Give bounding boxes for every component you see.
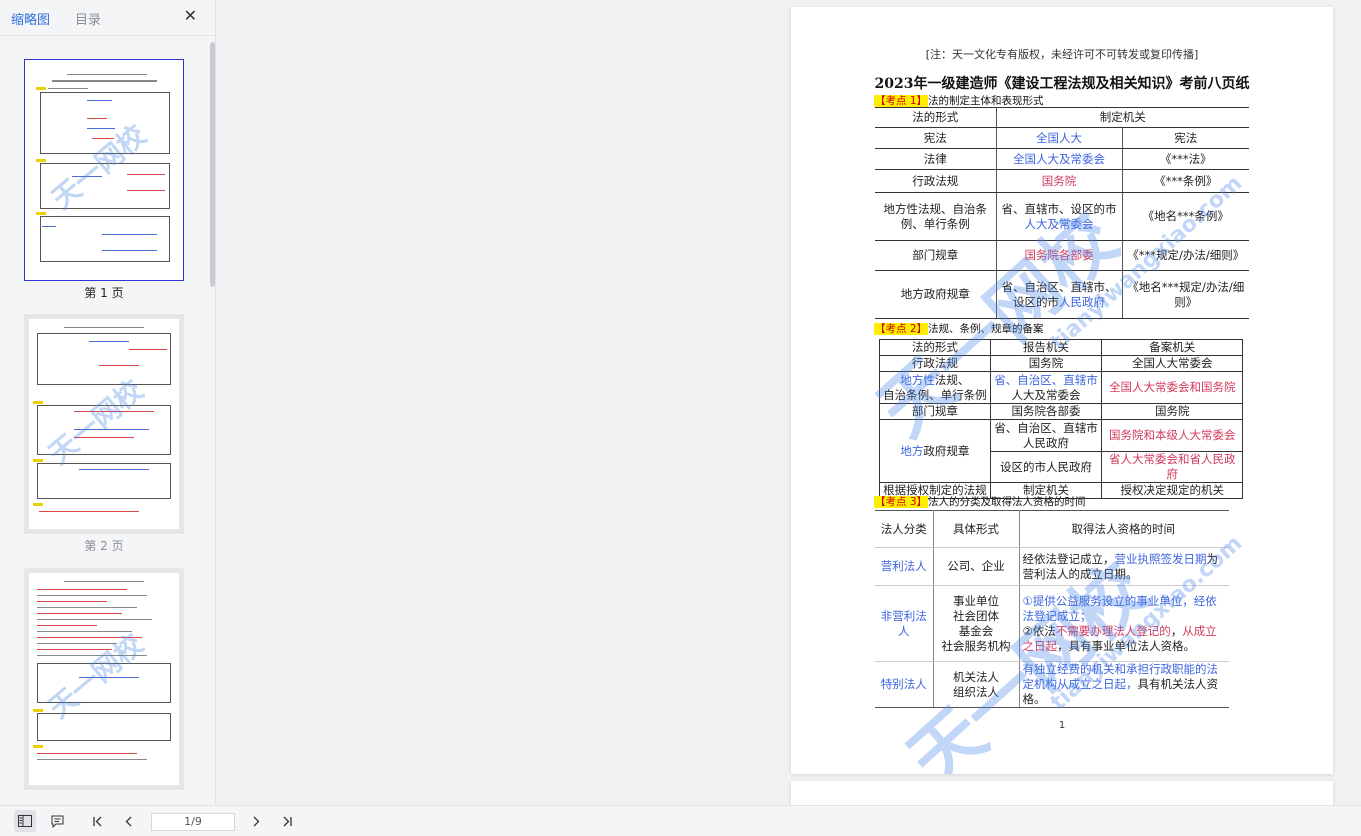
- sidebar-scrollbar[interactable]: [210, 42, 215, 287]
- section-1-tag: 【考点 1】: [874, 95, 929, 107]
- section-3-heading: 【考点 3】法人的分类及取得法人资格的时间: [874, 494, 1086, 509]
- last-page-button[interactable]: [276, 810, 298, 832]
- table-cell: 国务院各部委: [989, 403, 1103, 420]
- table-cell: 省人大常委会和省人民政府: [1101, 451, 1243, 483]
- table-header: 具体形式: [932, 510, 1020, 548]
- table-header: 制定机关: [995, 107, 1249, 128]
- page-number-input[interactable]: 1/9: [151, 813, 235, 831]
- table-cell: 营利法人: [875, 547, 934, 586]
- table-cell: 设区的市人民政府: [989, 451, 1103, 483]
- table-cell: 全国人大常委会和国务院: [1101, 371, 1243, 404]
- copyright-notice: [注：天一文化专有版权，未经许可不可转发或复印传播]: [925, 48, 1199, 61]
- first-page-button[interactable]: [87, 810, 109, 832]
- table-cell: 国务院: [1101, 403, 1243, 420]
- table-cell: 全国人大及常委会: [995, 148, 1123, 170]
- table-cell: 法律: [875, 148, 997, 170]
- cell-text: ，: [1170, 623, 1183, 638]
- table-header: 备案机关: [1101, 339, 1243, 356]
- table-cell: 授权决定规定的机关: [1101, 482, 1243, 499]
- first-page-icon: [93, 816, 102, 826]
- thumbnail-content: 天一网校: [29, 319, 179, 529]
- table-cell: 行政法规: [875, 169, 997, 193]
- table-cell: 宪法: [1121, 127, 1249, 149]
- cell-text: 事业单位: [953, 593, 999, 608]
- thumbnail-page-1[interactable]: 天一网校: [24, 59, 184, 281]
- table-header: 法的形式: [875, 107, 997, 128]
- sidebar-tabs: 缩略图 目录 ✕: [0, 0, 215, 36]
- cell-text: 社会团体: [953, 608, 999, 623]
- last-page-icon: [283, 816, 292, 826]
- chevron-left-icon: [125, 816, 132, 826]
- thumbnail-sidebar: 缩略图 目录 ✕ 天一网校 第 1 页 天一网校 第 2 页 天一网校: [0, 0, 216, 805]
- cell-text: 人大及常委会: [1011, 387, 1081, 402]
- thumbnail-content: 天一网校: [29, 573, 179, 785]
- table-header: 法人分类: [875, 510, 934, 548]
- table-cell: 省、自治区、直辖市人民政府: [989, 419, 1103, 452]
- table-cell: 全国人大常委会: [1101, 355, 1243, 372]
- document-viewer[interactable]: [注：天一文化专有版权，未经许可不可转发或复印传播] 2023年一级建造师《建设…: [217, 0, 1361, 805]
- thumbnail-label-2: 第 2 页: [84, 539, 124, 553]
- table-cell: 非营利法人: [875, 585, 934, 662]
- annotation-button[interactable]: [46, 810, 68, 832]
- table-cell: 全国人大: [995, 127, 1123, 149]
- section-3-title: 法人的分类及取得法人资格的时间: [928, 496, 1086, 508]
- close-icon[interactable]: ✕: [184, 6, 197, 25]
- next-page-button[interactable]: [245, 810, 267, 832]
- previous-page-button[interactable]: [118, 810, 140, 832]
- table-cell: 宪法: [875, 127, 997, 149]
- chevron-right-icon: [253, 816, 260, 826]
- sidebar-toggle-button[interactable]: [14, 810, 36, 832]
- sidebar-icon: [18, 815, 32, 827]
- thumbnail-page-3[interactable]: 天一网校: [24, 568, 184, 790]
- thumbnail-content: 天一网校: [32, 66, 176, 274]
- bottom-toolbar: 1/9: [0, 805, 1361, 836]
- thumbnail-page-2[interactable]: 天一网校: [24, 314, 184, 534]
- table-cell: 公司、企业: [932, 547, 1020, 586]
- document-page-1: [注：天一文化专有版权，未经许可不可转发或复印传播] 2023年一级建造师《建设…: [791, 7, 1333, 774]
- page-number: 1: [1058, 720, 1066, 731]
- page-title: 2023年一级建造师《建设工程法规及相关知识》考前八页纸: [874, 76, 1250, 92]
- tab-toc[interactable]: 目录: [75, 9, 101, 28]
- thumbnail-label-1: 第 1 页: [84, 286, 124, 300]
- table-cell: 国务院和本级人大常委会: [1101, 419, 1243, 452]
- table-cell: 《***法》: [1121, 148, 1249, 170]
- table-cell: 地方性法规、自治条例、单行条例: [875, 192, 997, 241]
- comment-icon: [51, 815, 63, 828]
- section-1-heading: 【考点 1】法的制定主体和表现形式: [874, 93, 1044, 108]
- document-page-2: [791, 781, 1333, 805]
- section-3-tag: 【考点 3】: [874, 496, 929, 508]
- table-header: 取得法人资格的时间: [1018, 510, 1229, 548]
- tab-thumbnail[interactable]: 缩略图: [11, 9, 50, 28]
- section-1-title: 法的制定主体和表现形式: [928, 95, 1044, 107]
